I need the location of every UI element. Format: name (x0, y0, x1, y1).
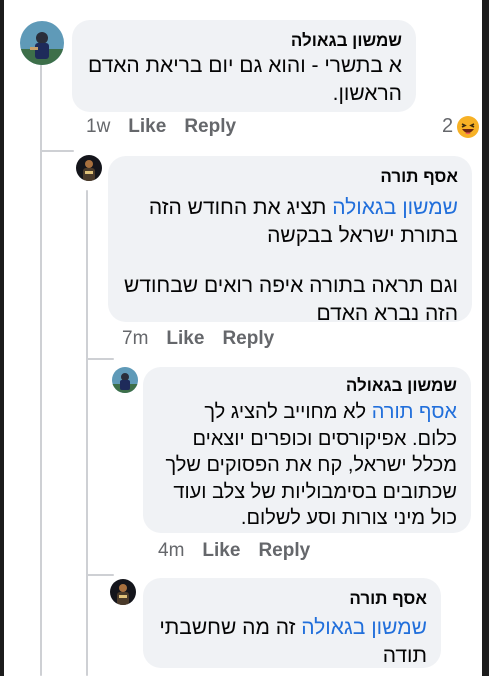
mention-link[interactable]: שמשון בגאולה (301, 616, 427, 639)
like-button[interactable]: Like (128, 116, 166, 138)
mention-link[interactable]: שמשון בגאולה (332, 196, 458, 219)
comment-bubble: אסף תורה שמשון בגאולה תציג את החודש הזה … (108, 156, 472, 325)
comment-actions: 4m Like Reply (158, 540, 310, 562)
comment-author[interactable]: שמשון בגאולה (86, 30, 402, 52)
avatar[interactable] (112, 367, 138, 393)
comment-text: א בתשרי - והוא גם יום בריאת האדם הראשון. (87, 54, 402, 105)
comment-bubble: אסף תורה שמשון בגאולה זה מה שחשבתי תודה (143, 578, 441, 668)
window-edge-left (0, 0, 4, 676)
avatar[interactable] (76, 155, 102, 181)
thread-line (40, 150, 74, 152)
comment-text: שמשון בגאולה תציג את החודש הזה בתורת ישר… (122, 194, 458, 250)
like-button[interactable]: Like (202, 540, 240, 562)
thread-line (86, 358, 114, 360)
reaction-summary[interactable]: 2 (442, 115, 480, 138)
avatar[interactable] (20, 21, 64, 65)
comment-author[interactable]: שמשון בגאולה (157, 375, 457, 397)
reply-button[interactable]: Reply (222, 328, 274, 350)
window-edge-right (482, 0, 489, 676)
avatar[interactable] (110, 579, 136, 605)
comment-author[interactable]: אסף תורה (157, 588, 427, 610)
comment-timestamp[interactable]: 7m (122, 328, 148, 350)
reply-button[interactable]: Reply (184, 116, 236, 138)
mention-link[interactable]: אסף תורה (372, 401, 457, 423)
like-button[interactable]: Like (166, 328, 204, 350)
thread-line (86, 190, 88, 676)
comment-author[interactable]: אסף תורה (122, 166, 458, 188)
reaction-count: 2 (442, 115, 454, 137)
comment-bubble: שמשון בגאולה א בתשרי - והוא גם יום בריאת… (72, 20, 416, 112)
thread-line (86, 574, 114, 576)
comment-text: אסף תורה לא מחוייב להציג לך כלום. אפיקור… (157, 399, 457, 532)
comment-bubble: שמשון בגאולה אסף תורה לא מחוייב להציג לך… (143, 367, 471, 533)
thread-line (40, 64, 42, 676)
comment-text-second-paragraph: וגם תראה בתורה איפה רואים שבחודש הזה נבר… (123, 274, 458, 325)
comment-actions: 7m Like Reply (122, 328, 274, 350)
comment-timestamp[interactable]: 4m (158, 540, 184, 562)
comment-timestamp[interactable]: 1w (86, 116, 110, 138)
comment-actions: 1w Like Reply (86, 116, 236, 138)
laughing-face-emoji-icon (457, 115, 480, 138)
reply-button[interactable]: Reply (258, 540, 310, 562)
comment-text: שמשון בגאולה זה מה שחשבתי תודה (157, 614, 427, 670)
